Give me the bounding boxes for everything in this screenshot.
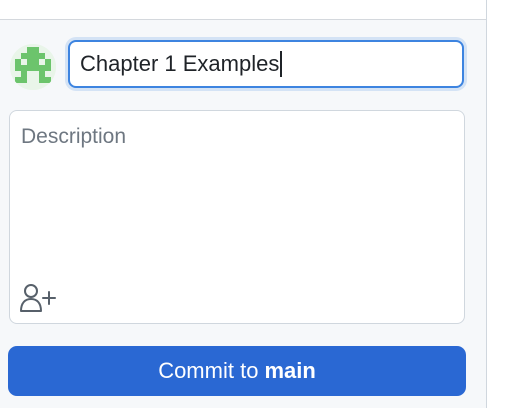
commit-branch-name: main bbox=[264, 358, 316, 383]
commit-summary-text: Chapter 1 Examples bbox=[80, 51, 280, 76]
commit-description-field[interactable]: Description bbox=[9, 110, 465, 324]
description-placeholder: Description bbox=[21, 125, 127, 148]
top-panel-strip bbox=[0, 0, 486, 20]
commit-summary-input[interactable]: Chapter 1 Examples bbox=[68, 40, 464, 88]
commit-button-label: Commit to bbox=[158, 358, 259, 383]
diff-area-edge bbox=[487, 0, 512, 408]
text-caret bbox=[280, 51, 282, 77]
commit-button[interactable]: Commit to main bbox=[8, 346, 466, 396]
person-add-icon[interactable] bbox=[20, 283, 58, 313]
user-avatar bbox=[10, 44, 56, 90]
